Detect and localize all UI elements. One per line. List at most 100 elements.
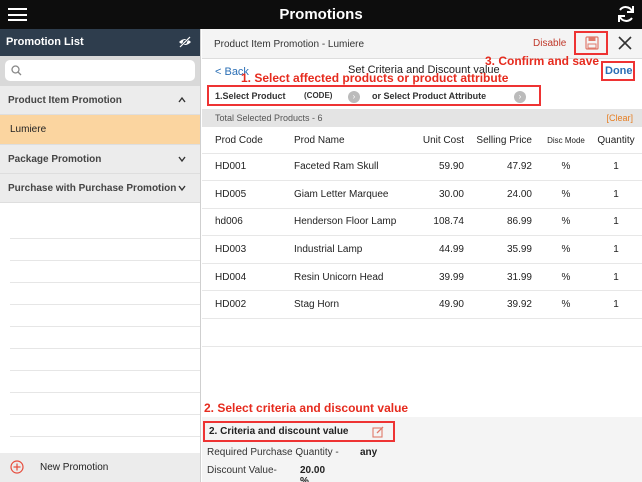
prod-name-cell: Henderson Floor Lamp <box>282 207 400 236</box>
edit-icon <box>372 426 384 438</box>
search-input[interactable] <box>5 60 195 81</box>
prod-code-cell: HD003 <box>202 235 282 264</box>
selling-price-cell: 47.92 <box>476 152 542 181</box>
list-item <box>10 217 200 239</box>
new-promotion-button[interactable]: New Promotion <box>0 453 200 482</box>
unit-cost-cell: 108.74 <box>400 207 476 236</box>
select-attribute-button[interactable]: or Select Product Attribute <box>372 91 486 101</box>
hide-eye-icon[interactable] <box>178 36 192 48</box>
disc-mode-cell: % <box>542 235 590 264</box>
discount-value-row: Discount Value- 20.00 % <box>207 465 325 482</box>
list-item <box>10 327 200 349</box>
done-button[interactable]: Done <box>601 61 635 81</box>
selling-price-cell: 35.99 <box>476 235 542 264</box>
close-icon[interactable] <box>618 36 632 50</box>
table-row[interactable]: HD005 Giam Letter Marquee 30.00 24.00 % … <box>202 180 642 209</box>
prod-name-cell: Faceted Ram Skull <box>282 152 400 181</box>
sidebar-item-lumiere[interactable]: Lumiere <box>0 115 200 145</box>
discount-value: 20.00 % <box>300 465 326 482</box>
top-bar: Promotions <box>0 0 642 29</box>
sidebar-item-package-promotion[interactable]: Package Promotion <box>0 145 200 174</box>
list-item <box>10 283 200 305</box>
list-item <box>10 305 200 327</box>
selling-price-cell: 24.00 <box>476 180 542 209</box>
unit-cost-cell: 59.90 <box>400 152 476 181</box>
required-quantity-row: Required Purchase Quantity - any <box>207 447 377 458</box>
disc-mode-cell: % <box>542 290 590 319</box>
table-row[interactable]: HD002 Stag Horn 49.90 39.92 % 1 <box>202 290 642 319</box>
column-header: Unit Cost <box>422 135 464 147</box>
code-label: (CODE) <box>304 91 333 100</box>
quantity-cell: 1 <box>590 235 642 264</box>
sidebar-item-purchase-with-purchase[interactable]: Purchase with Purchase Promotion <box>0 174 200 203</box>
sidebar-item-label: Product Item Promotion <box>8 95 122 106</box>
list-item <box>10 239 200 261</box>
table-row[interactable]: HD001 Faceted Ram Skull 59.90 47.92 % 1 <box>202 152 642 181</box>
chevron-down-icon <box>178 185 186 192</box>
column-header: Quantity <box>597 135 635 147</box>
unit-cost-cell: 49.90 <box>400 290 476 319</box>
table-row[interactable]: HD004 Resin Unicorn Head 39.99 31.99 % 1 <box>202 262 642 291</box>
save-button[interactable] <box>574 31 608 55</box>
list-item <box>10 349 200 371</box>
product-table: Prod Code Prod Name Unit Cost Selling Pr… <box>202 129 642 374</box>
floppy-save-icon <box>585 36 599 50</box>
promotion-detail-panel: Product Item Promotion - Lumiere Disable… <box>202 29 642 482</box>
prod-name-cell: Stag Horn <box>282 290 400 319</box>
required-quantity-label: Required Purchase Quantity - <box>207 447 339 458</box>
table-row-empty <box>202 345 642 374</box>
column-header: Prod Code <box>215 135 263 147</box>
column-header: Prod Name <box>294 135 345 147</box>
annotation-step3: 3. Confirm and save <box>485 54 600 68</box>
prod-code-cell: HD004 <box>202 262 282 291</box>
chevron-right-icon[interactable]: › <box>514 91 526 103</box>
column-header: Disc Mode <box>547 136 585 146</box>
sidebar-title: Promotion List <box>6 36 84 48</box>
selling-price-cell: 31.99 <box>476 262 542 291</box>
new-promotion-label: New Promotion <box>40 462 109 473</box>
panel-title: Product Item Promotion - Lumiere <box>214 39 365 50</box>
table-row[interactable]: HD003 Industrial Lamp 44.99 35.99 % 1 <box>202 235 642 264</box>
criteria-title: 2. Criteria and discount value <box>209 426 349 437</box>
promotion-sidebar: Promotion List Product Item Promotion Lu… <box>0 29 201 482</box>
list-item <box>10 415 200 437</box>
unit-cost-cell: 39.99 <box>400 262 476 291</box>
table-row-empty <box>202 318 642 347</box>
quantity-cell: 1 <box>590 152 642 181</box>
quantity-cell: 1 <box>590 290 642 319</box>
sidebar-item-label: Purchase with Purchase Promotion <box>8 183 177 194</box>
prod-code-cell: HD005 <box>202 180 282 209</box>
clear-button[interactable]: [Clear] <box>606 113 633 123</box>
total-selected-label: Total Selected Products - 6 <box>215 113 323 123</box>
sidebar-item-product-item-promotion[interactable]: Product Item Promotion <box>0 86 200 115</box>
prod-name-cell: Resin Unicorn Head <box>282 262 400 291</box>
product-selection-bar: 1.Select Product (CODE) › or Select Prod… <box>207 85 541 106</box>
refresh-icon[interactable] <box>616 4 636 24</box>
sidebar-empty-list <box>0 203 200 437</box>
disable-button[interactable]: Disable <box>533 38 566 49</box>
table-row[interactable]: hd006 Henderson Floor Lamp 108.74 86.99 … <box>202 207 642 236</box>
select-product-button[interactable]: 1.Select Product <box>215 91 286 101</box>
disc-mode-cell: % <box>542 207 590 236</box>
list-item <box>10 371 200 393</box>
quantity-cell: 1 <box>590 262 642 291</box>
sidebar-header: Promotion List <box>0 29 200 56</box>
prod-code-cell: HD002 <box>202 290 282 319</box>
chevron-up-icon <box>178 96 186 103</box>
required-quantity-value: any <box>360 447 378 458</box>
unit-cost-cell: 30.00 <box>400 180 476 209</box>
list-item <box>10 393 200 415</box>
add-circle-icon <box>10 460 24 474</box>
disc-mode-cell: % <box>542 180 590 209</box>
chevron-down-icon <box>178 156 186 163</box>
discount-value-label: Discount Value- <box>207 465 277 476</box>
sidebar-item-label: Lumiere <box>10 124 47 135</box>
chevron-right-icon[interactable]: › <box>348 91 360 103</box>
disc-mode-cell: % <box>542 152 590 181</box>
table-header-row: Prod Code Prod Name Unit Cost Selling Pr… <box>202 129 642 153</box>
criteria-discount-button[interactable]: 2. Criteria and discount value <box>203 421 395 442</box>
selling-price-cell: 39.92 <box>476 290 542 319</box>
done-label: Done <box>605 65 633 77</box>
app-title: Promotions <box>279 6 363 23</box>
prod-name-cell: Industrial Lamp <box>282 235 400 264</box>
